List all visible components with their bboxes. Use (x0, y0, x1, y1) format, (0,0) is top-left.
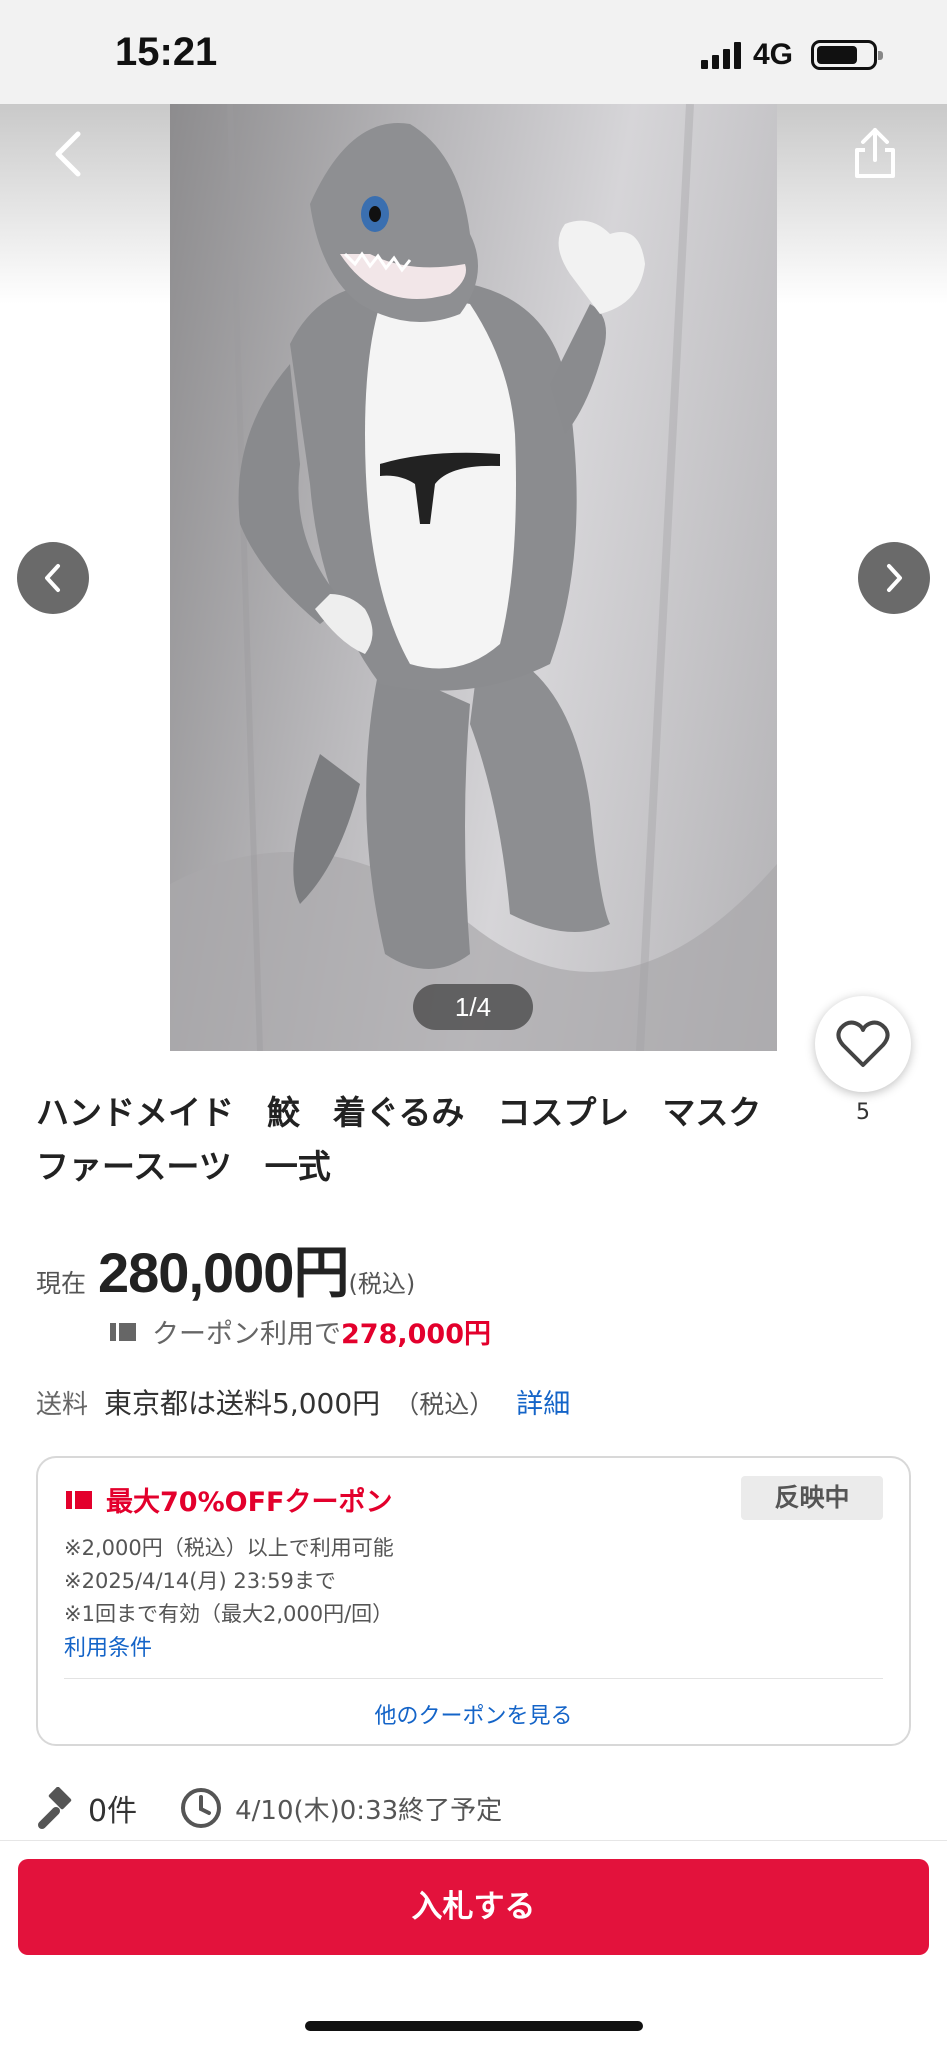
price-tax-note: (税込) (348, 1270, 416, 1298)
coupon-note: ※2025/4/14(月) 23:59まで (64, 1569, 336, 1593)
chevron-right-icon (887, 564, 902, 592)
image-gallery[interactable]: 1/4 (0, 104, 947, 1051)
favorite-button[interactable] (815, 996, 911, 1092)
auction-item-page: 15:21 4G 1/4 5 ハンドメイド 鮫 着ぐるみ コスプレ マスク ファ… (0, 0, 947, 2048)
coupon-note: ※1回まで有効（最大2,000円/回） (64, 1602, 394, 1626)
coupon-prefix: クーポン利用で (152, 1319, 341, 1350)
clock-icon (181, 1788, 222, 1828)
current-price: 280,000円 (98, 1241, 349, 1304)
heart-icon (836, 1020, 890, 1067)
favorite-count: 5 (856, 1100, 870, 1125)
place-bid-button[interactable]: 入札する (18, 1859, 929, 1955)
prev-image-button[interactable] (17, 542, 89, 614)
coupon-price-row: クーポン利用で 278,000円 (108, 1312, 491, 1351)
coupon-card: 最大70%OFFクーポン 反映中 ※2,000円（税込）以上で利用可能 ※202… (36, 1456, 911, 1746)
battery-icon (811, 40, 883, 70)
home-indicator (305, 2021, 643, 2031)
shipping-detail-link[interactable]: 詳細 (516, 1382, 570, 1421)
coupon-price: 278,000円 (341, 1319, 491, 1350)
shipping-row: 送料 東京都は送料5,000円 （税込） 詳細 (36, 1382, 570, 1422)
next-image-button[interactable] (858, 542, 930, 614)
price-label: 現在 (36, 1269, 87, 1298)
coupon-notes: ※2,000円（税込）以上で利用可能 ※2025/4/14(月) 23:59まで… (64, 1532, 394, 1631)
coupon-ticket-icon (66, 1490, 92, 1509)
chevron-left-icon (45, 564, 60, 592)
coupon-card-title: 最大70%OFFクーポン (64, 1480, 392, 1519)
shipping-tax-note: （税込） (394, 1390, 495, 1419)
coupon-ticket-icon (110, 1322, 136, 1341)
coupon-status-badge: 反映中 (741, 1476, 883, 1520)
shark-costume-illustration (170, 104, 777, 1051)
status-bar: 15:21 4G (0, 0, 947, 104)
coupon-note: ※2,000円（税込）以上で利用可能 (64, 1536, 394, 1560)
signal-icon (700, 41, 741, 69)
more-coupons-link[interactable]: 他のクーポンを見る (38, 1698, 909, 1730)
bid-count: 0件 (88, 1794, 138, 1829)
back-button[interactable] (44, 124, 94, 184)
product-photo[interactable] (170, 104, 777, 1051)
price-row: 現在 280,000円 (税込) (36, 1228, 415, 1309)
gavel-icon (38, 1787, 72, 1829)
auction-meta-row: 0件 4/10(木)0:33終了予定 (36, 1786, 502, 1830)
share-icon (855, 128, 895, 178)
divider (64, 1678, 883, 1679)
shipping-label: 送料 (36, 1390, 89, 1420)
shipping-text: 東京都は送料5,000円 (104, 1387, 381, 1420)
status-time: 15:21 (115, 30, 218, 74)
network-type: 4G (752, 38, 793, 71)
end-time: 4/10(木)0:33終了予定 (235, 1795, 503, 1826)
bottom-action-bar: 入札する (0, 1840, 947, 2048)
status-indicators: 4G (700, 38, 883, 72)
image-counter: 1/4 (413, 984, 533, 1030)
back-arrow-icon (55, 131, 81, 177)
share-button[interactable] (849, 124, 901, 184)
coupon-terms-link[interactable]: 利用条件 (64, 1630, 152, 1662)
product-title: ハンドメイド 鮫 着ぐるみ コスプレ マスク ファースーツ 一式 (36, 1093, 795, 1186)
coupon-card-title-text: 最大70%OFFクーポン (106, 1487, 393, 1518)
